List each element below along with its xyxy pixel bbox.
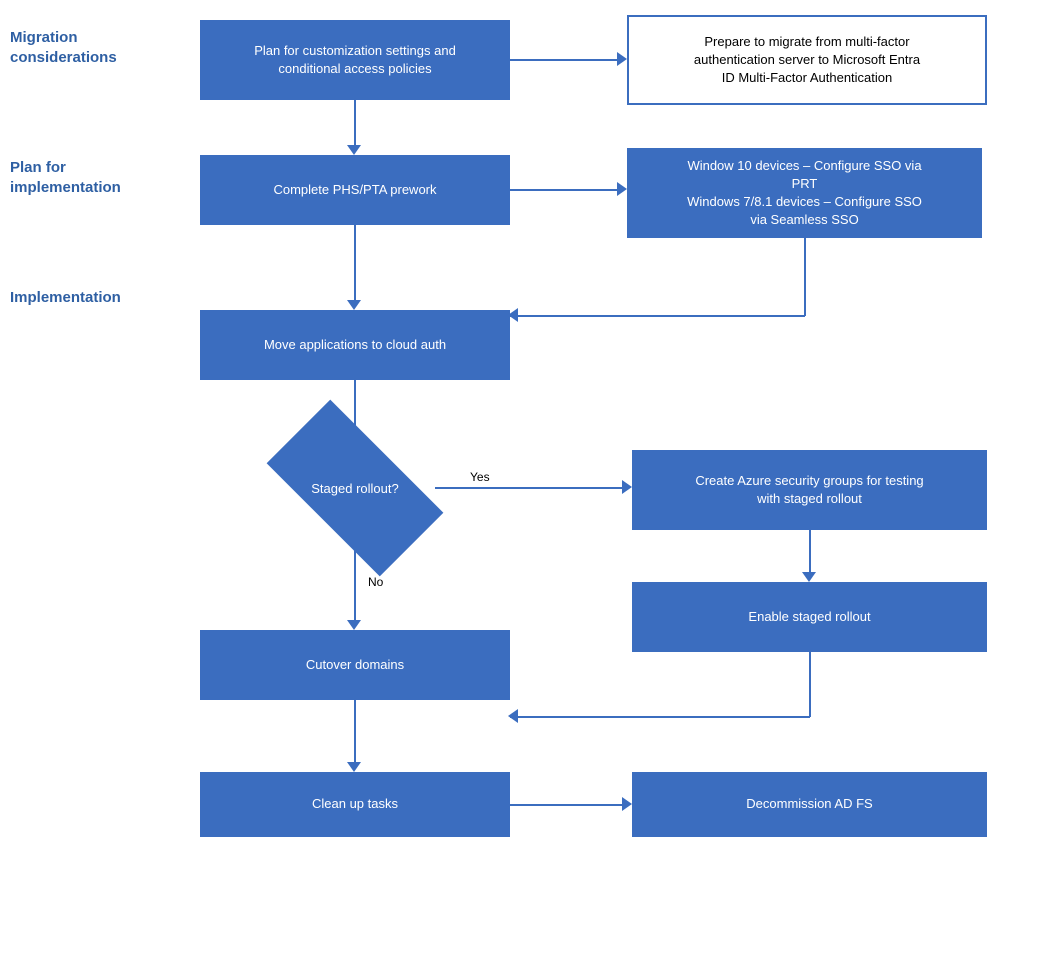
box-create-azure: Create Azure security groups for testing… [632, 450, 987, 530]
arrow-1-head [617, 52, 627, 66]
arrow-v-2 [354, 225, 356, 303]
label-yes: Yes [470, 470, 490, 484]
box-enable-staged: Enable staged rollout [632, 582, 987, 652]
label-migration: Migration considerations [10, 28, 195, 67]
arrow-enable-left-head [508, 709, 518, 723]
arrow-no-v [354, 533, 356, 623]
arrow-enable-down [809, 652, 811, 717]
arrow-yes-head [622, 480, 632, 494]
diagram-container: Migration considerations Plan for implem… [0, 0, 1045, 973]
arrow-v-2-head [347, 300, 361, 310]
arrow-v-right-1 [804, 238, 806, 316]
diamond-container: Staged rollout? [275, 443, 435, 533]
arrow-h-2 [510, 189, 620, 191]
label-no: No [368, 575, 383, 589]
label-plan: Plan for implementation [10, 158, 195, 197]
arrow-h-2-head [617, 182, 627, 196]
box-windows-sso: Window 10 devices – Configure SSO via PR… [627, 148, 982, 238]
box-cleanup: Clean up tasks [200, 772, 510, 837]
box-cutover: Cutover domains [200, 630, 510, 700]
label-implementation: Implementation [10, 288, 195, 308]
arrow-cleanup-right [510, 804, 625, 806]
arrow-v-cutover [354, 700, 356, 765]
arrow-enable-left [510, 716, 810, 718]
box-complete-phs: Complete PHS/PTA prework [200, 155, 510, 225]
arrow-h-1 [510, 59, 620, 61]
box-prepare-migrate: Prepare to migrate from multi-factor aut… [627, 15, 987, 105]
arrow-cleanup-right-head [622, 797, 632, 811]
arrow-no-head [347, 620, 361, 630]
box-move-apps: Move applications to cloud auth [200, 310, 510, 380]
box-decommission: Decommission AD FS [632, 772, 987, 837]
box-customization: Plan for customization settings and cond… [200, 20, 510, 100]
arrow-v-1 [354, 100, 356, 148]
arrow-azure-down-head [802, 572, 816, 582]
arrow-cutover-head [347, 762, 361, 772]
arrow-v-azure-down [809, 530, 811, 575]
arrow-v-1-head [347, 145, 361, 155]
arrow-yes-h [435, 487, 625, 489]
